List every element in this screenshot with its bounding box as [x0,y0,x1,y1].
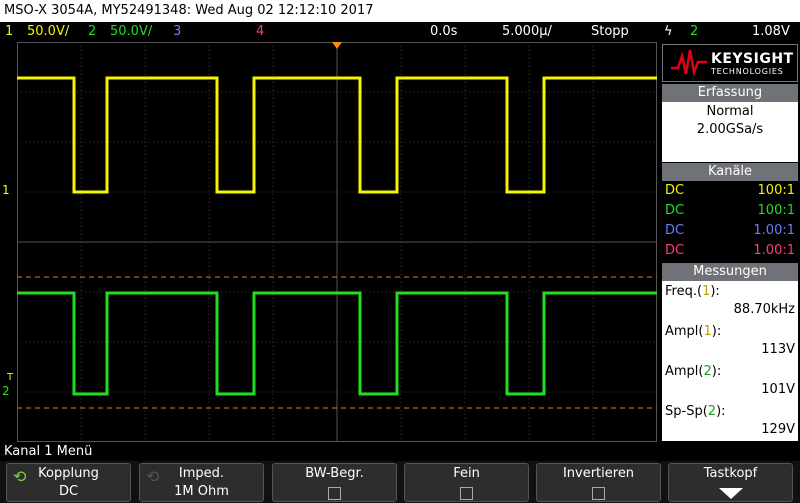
waveform-display[interactable] [17,42,657,442]
measurement-item[interactable]: Freq.(1): 88.70kHz [662,283,798,321]
acquisition-header: Erfassung [662,84,798,102]
trigger-edge-icon: ϟ [664,24,673,39]
measurements-header: Messungen [662,263,798,281]
sample-rate: 2.00GSa/s [696,122,764,137]
time-scale[interactable]: 5.000µ/ [502,22,552,42]
channels-panel: DC 100:1 DC 100:1 DC 1.00:1 DC 1.00:1 [662,182,798,262]
bw-limit-checkbox[interactable] [328,487,341,500]
ch2-ground-marker[interactable]: 2 [2,384,10,398]
ch1-number[interactable]: 1 [5,22,13,42]
info-sidebar: KEYSIGHT TECHNOLOGIES Erfassung Normal 2… [660,42,800,442]
trigger-t-marker: T [7,372,14,383]
bw-limit-softkey[interactable]: BW-Begr. [272,463,397,502]
channels-header: Kanäle [662,163,798,181]
keysight-wave-icon [671,49,707,77]
logo-brand: KEYSIGHT [711,51,794,67]
channel-row-4[interactable]: DC 1.00:1 [662,242,798,260]
scope-status-bar: 1 50.0V/ 2 50.0V/ 3 4 0.0s 5.000µ/ Stopp… [0,22,800,42]
coupling-softkey[interactable]: ⟲ Kopplung DC [6,463,131,502]
channel-row-3[interactable]: DC 1.00:1 [662,222,798,240]
ch1-ground-marker[interactable]: 1 [2,183,10,197]
invert-softkey[interactable]: Invertieren [536,463,661,502]
acquisition-panel: Normal 2.00GSa/s [662,102,798,162]
trigger-level[interactable]: 1.08V [752,22,790,42]
ch2-number[interactable]: 2 [88,22,96,42]
window-title: MSO-X 3054A, MY52491348: Wed Aug 02 12:1… [0,0,800,22]
menu-label: Kanal 1 Menü [0,442,800,461]
fine-softkey[interactable]: Fein [404,463,529,502]
measurement-item[interactable]: Ampl(2): 101V [662,363,798,401]
channel-row-1[interactable]: DC 100:1 [662,182,798,200]
run-state[interactable]: Stopp [591,22,629,42]
keysight-logo: KEYSIGHT TECHNOLOGIES [662,44,798,82]
time-offset[interactable]: 0.0s [430,22,457,42]
fine-checkbox[interactable] [460,487,473,500]
ch3-number[interactable]: 3 [173,22,181,42]
channel-row-2[interactable]: DC 100:1 [662,202,798,220]
ch4-number[interactable]: 4 [256,22,264,42]
probe-softkey[interactable]: Tastkopf [668,463,793,502]
submenu-arrow-icon [719,488,743,499]
invert-checkbox[interactable] [592,487,605,500]
acquisition-mode: Normal [706,104,754,119]
logo-sub: TECHNOLOGIES [711,67,784,76]
measurement-item[interactable]: Sp-Sp(2): 129V [662,403,798,441]
measurements-panel: Freq.(1): 88.70kHz Ampl(1): 113V Ampl(2)… [662,281,798,441]
trigger-source[interactable]: 2 [690,22,698,42]
softkey-bar: ⟲ Kopplung DC ⟲ Imped. 1M Ohm BW-Begr. F… [0,461,800,503]
impedance-softkey[interactable]: ⟲ Imped. 1M Ohm [139,463,264,502]
ch2-scale[interactable]: 50.0V/ [110,22,152,42]
measurement-item[interactable]: Ampl(1): 113V [662,323,798,361]
ch1-scale[interactable]: 50.0V/ [27,22,69,42]
